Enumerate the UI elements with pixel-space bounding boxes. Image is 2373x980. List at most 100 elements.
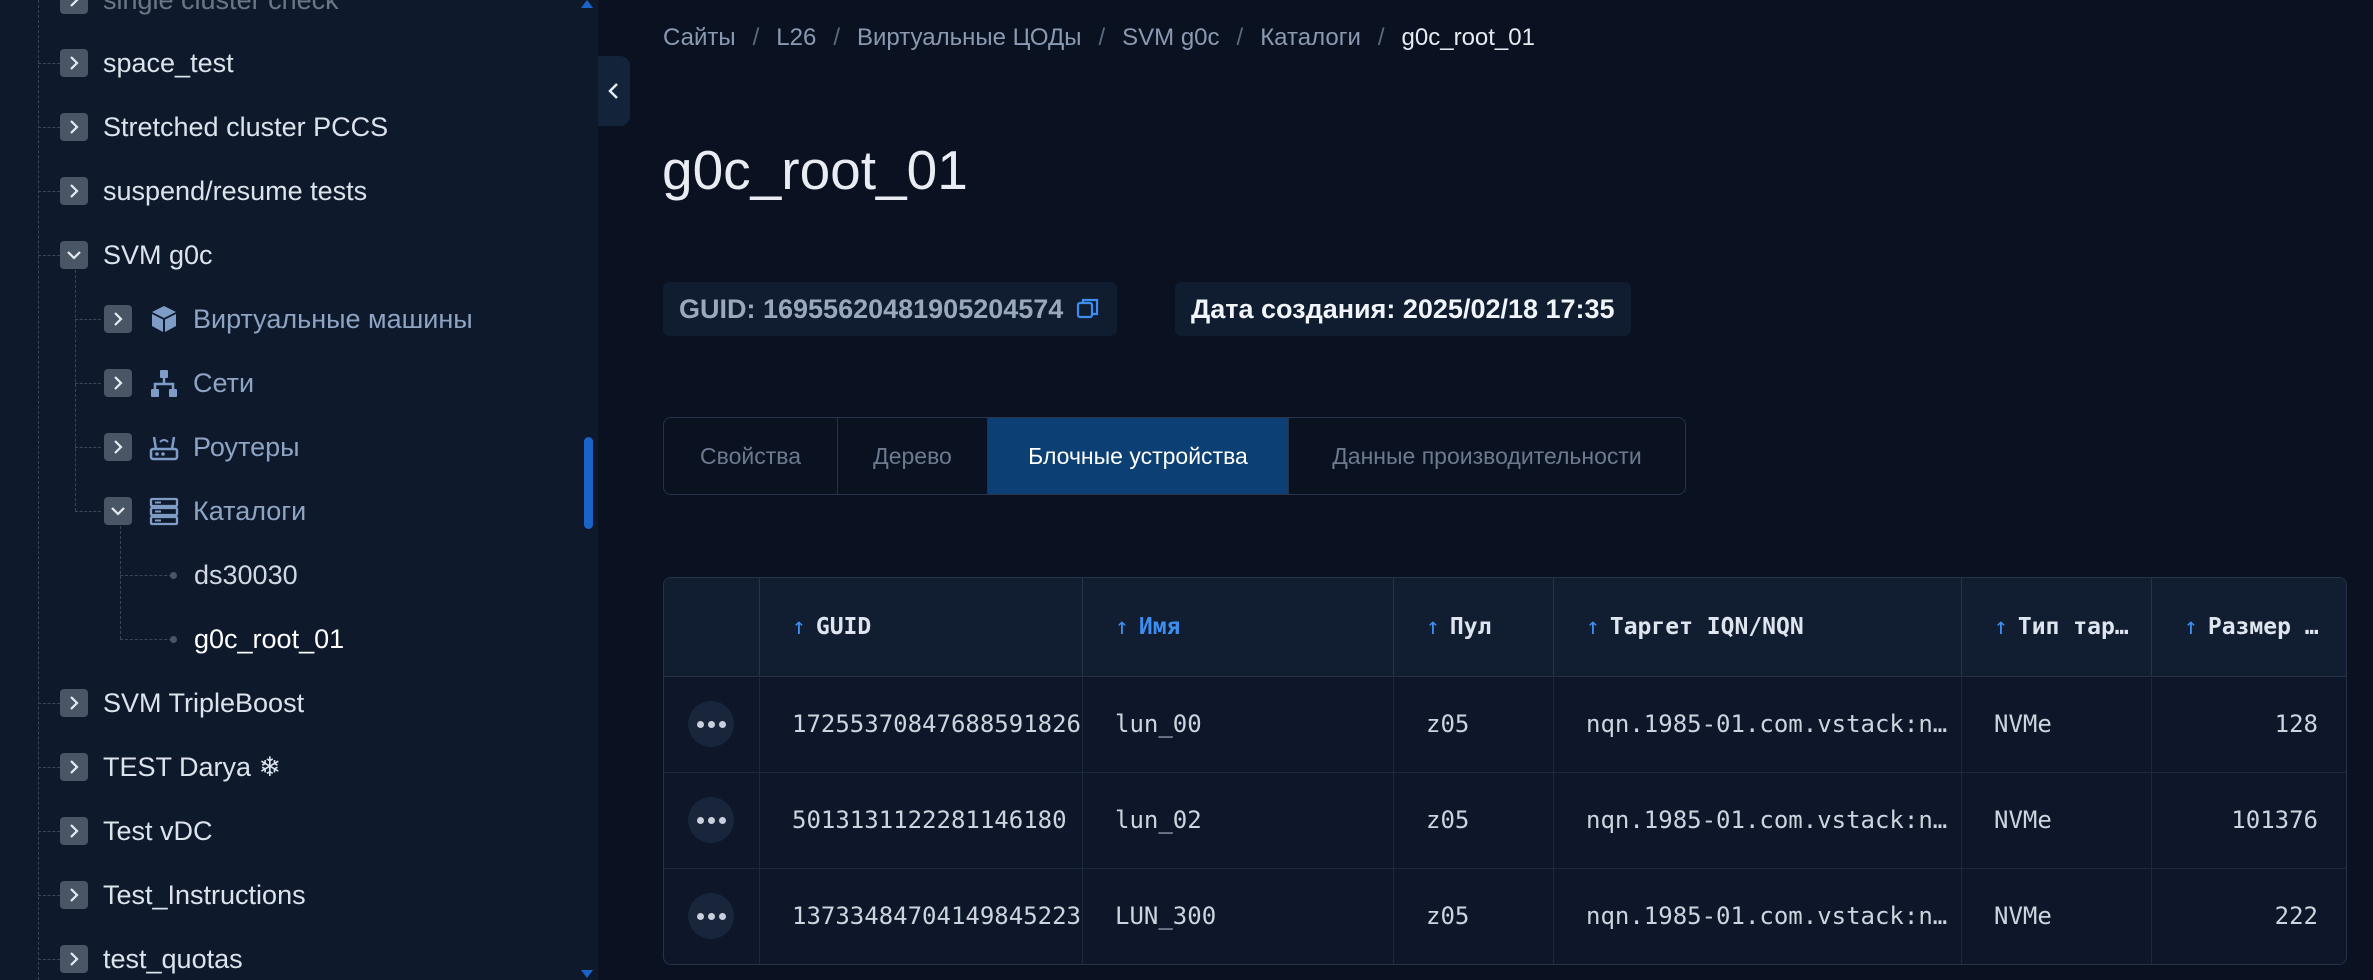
breadcrumb-item-svm-g0c[interactable]: SVM g0c xyxy=(1122,24,1219,52)
breadcrumb-item-current: g0c_root_01 xyxy=(1401,24,1535,51)
chevron-right-icon[interactable] xyxy=(60,881,88,909)
cell-type: NVMe xyxy=(1962,676,2152,772)
tree-item-stretched-cluster[interactable]: Stretched cluster PCCS xyxy=(60,97,388,157)
guid-chip: GUID: 16955620481905204574 xyxy=(663,282,1118,336)
breadcrumb-separator: / xyxy=(833,24,840,51)
breadcrumb-item-sites[interactable]: Сайты xyxy=(663,24,736,52)
tree-item-svm-g0c[interactable]: SVM g0c xyxy=(60,225,213,285)
creation-date-chip: Дата создания: 2025/02/18 17:35 xyxy=(1175,282,1631,336)
breadcrumb-separator: / xyxy=(752,24,760,51)
row-actions-cell xyxy=(664,772,760,868)
tree-item-space-test[interactable]: space_test xyxy=(60,33,234,93)
scroll-up-arrow-icon[interactable] xyxy=(581,0,593,8)
tree-line xyxy=(38,959,60,960)
chevron-right-icon[interactable] xyxy=(60,689,88,717)
cell-name: lun_02 xyxy=(1083,772,1394,868)
leaf-dot xyxy=(170,572,177,579)
tree-item-label: Виртуальные машины xyxy=(193,303,473,334)
chevron-right-icon[interactable] xyxy=(104,305,132,333)
chevron-right-icon[interactable] xyxy=(60,753,88,781)
tree-item-label: SVM TripleBoost xyxy=(103,687,305,718)
tab-tree[interactable]: Дерево xyxy=(838,418,988,494)
tab-block-devices[interactable]: Блочные устройства xyxy=(988,418,1289,494)
cell-size: 222 xyxy=(2274,902,2318,930)
sidebar-scrollbar-thumb[interactable] xyxy=(584,437,593,529)
router-icon xyxy=(147,430,181,464)
scroll-down-arrow-icon[interactable] xyxy=(581,970,593,978)
chevron-right-icon[interactable] xyxy=(60,177,88,205)
column-header-target[interactable]: ↑ Таргет IQN/NQN xyxy=(1554,578,1962,676)
tree-item-test-quotas[interactable]: test_quotas xyxy=(60,929,243,980)
tree-item-label: TEST Darya ❄ xyxy=(103,751,282,782)
tree-item-test-darya[interactable]: TEST Darya ❄ xyxy=(60,737,281,797)
tree-item-routers[interactable]: Роутеры xyxy=(104,417,300,477)
table-header: ↑ GUID ↑ Имя ↑ Пул ↑ Таргет IQN/NQN ↑ Тип тар… xyxy=(664,578,2346,677)
table-row[interactable]: 5013131122281146180 lun_02 z05 nqn.1985-… xyxy=(664,772,2346,869)
table-row[interactable]: 17255370847688591826 lun_00 z05 nqn.1985… xyxy=(664,676,2346,773)
tab-performance-data[interactable]: Данные производительности xyxy=(1289,418,1685,494)
chevron-right-icon[interactable] xyxy=(60,817,88,845)
tree-line xyxy=(38,127,60,128)
sidebar: single cluster check space_test Stretche… xyxy=(0,0,598,980)
chevron-down-icon[interactable] xyxy=(60,241,88,269)
breadcrumb-item-vdcs[interactable]: Виртуальные ЦОДы xyxy=(857,24,1081,52)
tree-item-virtual-machines[interactable]: Виртуальные машины xyxy=(104,289,473,349)
tree-item-label: Каталоги xyxy=(193,495,307,526)
breadcrumb-item-catalogs[interactable]: Каталоги xyxy=(1260,24,1361,52)
tree-item-label: Stretched cluster PCCS xyxy=(103,111,389,142)
cell-size: 128 xyxy=(2274,710,2318,738)
column-header-size[interactable]: ↑ Размер … xyxy=(2152,578,2346,676)
collapse-sidebar-button[interactable] xyxy=(598,56,630,126)
server-stack-icon xyxy=(147,494,181,528)
chevron-right-icon[interactable] xyxy=(60,0,88,14)
tree-line xyxy=(120,575,172,576)
cell-pool: z05 xyxy=(1394,772,1554,868)
network-icon xyxy=(147,366,181,400)
cell-type: NVMe xyxy=(1962,772,2152,868)
sort-arrow-icon: ↑ xyxy=(792,614,806,640)
tabs: Свойства Дерево Блочные устройства Данны… xyxy=(663,417,1686,495)
more-actions-button[interactable] xyxy=(688,797,734,843)
more-actions-button[interactable] xyxy=(688,701,734,747)
copy-icon[interactable] xyxy=(1075,296,1101,322)
tree-item-test-vdc[interactable]: Test vDC xyxy=(60,801,213,861)
tree-item-test-instructions[interactable]: Test_Instructions xyxy=(60,865,306,925)
cell-size: 101376 xyxy=(2231,806,2318,834)
chevron-right-icon[interactable] xyxy=(60,945,88,973)
cell-name: lun_00 xyxy=(1083,676,1394,772)
cell-name: LUN_300 xyxy=(1083,868,1394,964)
column-header-pool[interactable]: ↑ Пул xyxy=(1394,578,1554,676)
tree-line xyxy=(38,0,39,980)
tree-item-label: ds30030 xyxy=(194,559,298,590)
tab-properties[interactable]: Свойства xyxy=(664,418,838,494)
chevron-right-icon[interactable] xyxy=(60,49,88,77)
tree-item-label: Test_Instructions xyxy=(103,879,306,910)
breadcrumb-separator: / xyxy=(1377,24,1385,51)
cell-pool: z05 xyxy=(1394,868,1554,964)
chevron-right-icon[interactable] xyxy=(104,433,132,461)
tree-item-catalogs[interactable]: Каталоги xyxy=(104,481,306,541)
tree-item-g0c-root-01[interactable]: g0c_root_01 xyxy=(194,609,344,669)
more-actions-button[interactable] xyxy=(688,893,734,939)
column-header-target-type[interactable]: ↑ Тип тар… xyxy=(1962,578,2152,676)
chevron-down-icon[interactable] xyxy=(104,497,132,525)
tree-item-single-cluster-check[interactable]: single cluster check xyxy=(60,0,339,30)
tree-item-ds30030[interactable]: ds30030 xyxy=(194,545,298,605)
table-row[interactable]: 13733484704149845223 LUN_300 z05 nqn.198… xyxy=(664,868,2346,964)
tree-item-label: Test vDC xyxy=(103,815,213,846)
tree-line xyxy=(38,703,60,704)
column-header-actions xyxy=(664,578,760,676)
chevron-right-icon[interactable] xyxy=(60,113,88,141)
tree-item-suspend-resume[interactable]: suspend/resume tests xyxy=(60,161,367,221)
chevron-left-icon xyxy=(608,83,618,99)
breadcrumb-item-l26[interactable]: L26 xyxy=(776,24,816,52)
column-header-name[interactable]: ↑ Имя xyxy=(1083,578,1394,676)
tree-line xyxy=(75,319,101,320)
breadcrumb: Сайты / L26 / Виртуальные ЦОДы / SVM g0c… xyxy=(663,20,1535,56)
tree-item-svm-tripleboost[interactable]: SVM TripleBoost xyxy=(60,673,304,733)
column-header-guid[interactable]: ↑ GUID xyxy=(760,578,1083,676)
tree-item-networks[interactable]: Сети xyxy=(104,353,254,413)
chevron-right-icon[interactable] xyxy=(104,369,132,397)
sort-arrow-icon: ↑ xyxy=(1994,614,2008,640)
tree-item-label: single cluster check xyxy=(103,0,339,16)
